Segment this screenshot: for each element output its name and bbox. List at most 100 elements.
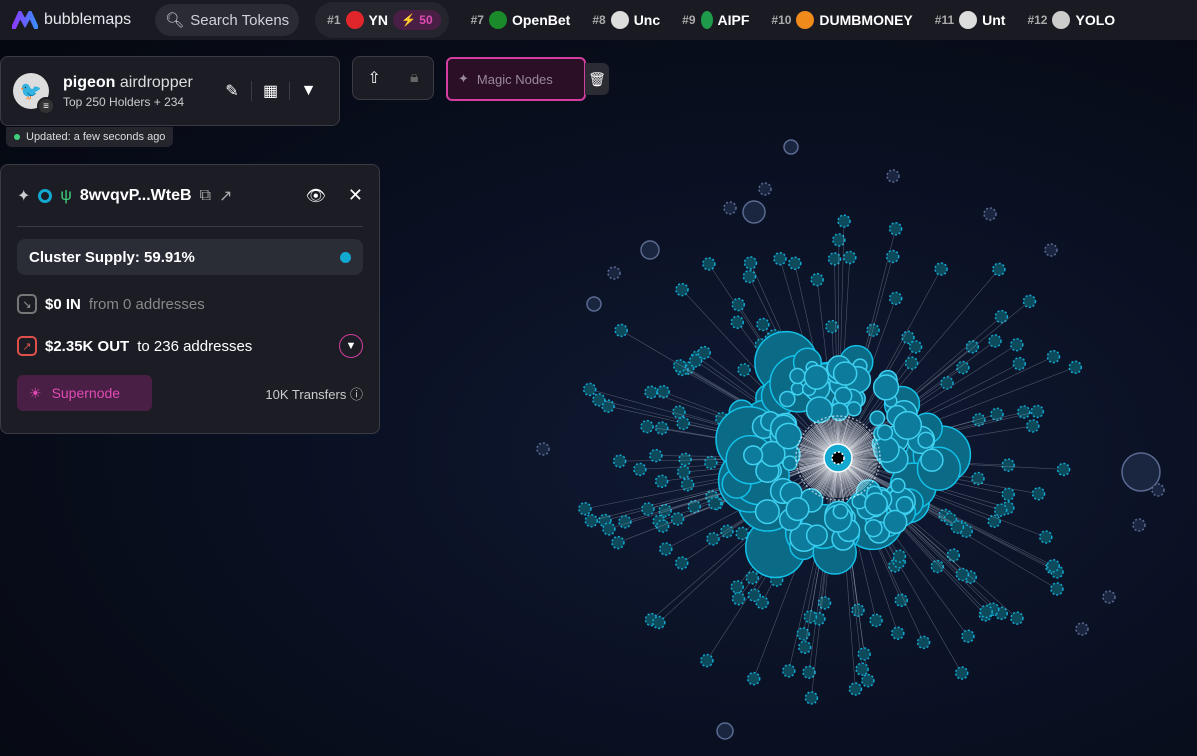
copy-icon[interactable]: ⧉ bbox=[200, 187, 211, 205]
wallet-bubble[interactable] bbox=[783, 139, 799, 155]
wallet-bubble[interactable] bbox=[704, 455, 718, 470]
wallet-bubble[interactable] bbox=[614, 323, 628, 338]
wallet-bubble[interactable] bbox=[832, 233, 846, 247]
wallet-bubble[interactable] bbox=[655, 519, 670, 533]
wallet-bubble[interactable] bbox=[796, 627, 810, 641]
wallet-bubble[interactable] bbox=[987, 514, 1001, 528]
wallet-bubble[interactable] bbox=[805, 396, 833, 424]
wallet-bubble[interactable] bbox=[730, 580, 744, 594]
wallet-bubble[interactable] bbox=[716, 722, 734, 740]
wallet-bubble[interactable] bbox=[785, 497, 810, 522]
wallet-bubble[interactable] bbox=[747, 588, 761, 602]
wallet-bubble[interactable] bbox=[743, 445, 764, 466]
close-icon[interactable]: ✕ bbox=[348, 185, 363, 206]
wallet-bubble[interactable] bbox=[737, 363, 751, 377]
wallet-bubble[interactable] bbox=[1151, 483, 1165, 497]
wallet-bubble[interactable] bbox=[848, 682, 863, 696]
wallet-bubble[interactable] bbox=[864, 519, 883, 538]
wallet-bubble[interactable] bbox=[670, 512, 685, 526]
wallet-bubble[interactable] bbox=[843, 250, 857, 265]
wallet-bubble[interactable] bbox=[678, 452, 692, 467]
wallet-bubble[interactable] bbox=[1046, 349, 1061, 364]
wallet-bubble[interactable] bbox=[888, 291, 903, 306]
wallet-bubble[interactable] bbox=[731, 591, 746, 606]
wallet-bubble[interactable] bbox=[876, 424, 894, 441]
trending-token[interactable]: #9 AIPF bbox=[682, 11, 749, 29]
wallet-bubble[interactable] bbox=[654, 474, 669, 489]
wallet-bubble[interactable] bbox=[904, 356, 919, 370]
wallet-bubble[interactable] bbox=[893, 410, 923, 440]
brand-logo[interactable]: bubblemaps bbox=[12, 11, 131, 29]
wallet-bubble[interactable] bbox=[1001, 458, 1015, 472]
wallet-bubble[interactable] bbox=[872, 374, 900, 401]
wallet-bubble[interactable] bbox=[607, 266, 621, 280]
wallet-bubble[interactable] bbox=[861, 673, 875, 688]
wallet-bubble[interactable] bbox=[652, 615, 666, 630]
wallet-bubble[interactable] bbox=[934, 262, 948, 276]
wallet-bubble[interactable] bbox=[782, 664, 796, 678]
trending-token[interactable]: #7 OpenBet bbox=[471, 11, 570, 29]
wallet-bubble[interactable] bbox=[754, 499, 780, 525]
wallet-bubble[interactable] bbox=[983, 207, 997, 221]
wallet-bubble[interactable] bbox=[723, 201, 737, 215]
wallet-bubble[interactable] bbox=[536, 442, 550, 456]
calendar-icon[interactable]: ▦ bbox=[251, 81, 289, 101]
wallet-bubble[interactable] bbox=[674, 556, 689, 570]
wallet-bubble[interactable] bbox=[773, 251, 787, 266]
wallet-bubble[interactable] bbox=[837, 214, 851, 228]
wallet-bubble[interactable] bbox=[742, 269, 757, 284]
share-icon[interactable]: ⇧ bbox=[368, 68, 381, 88]
wallet-bubble[interactable] bbox=[1068, 360, 1083, 375]
wallet-bubble[interactable] bbox=[890, 477, 906, 494]
wallet-bubble[interactable] bbox=[782, 455, 798, 471]
wallet-bubble[interactable] bbox=[954, 666, 969, 680]
wallet-bubble[interactable] bbox=[930, 559, 945, 574]
wallet-bubble[interactable] bbox=[1056, 462, 1071, 477]
wallet-bubble[interactable] bbox=[789, 367, 806, 385]
wallet-bubble[interactable] bbox=[675, 282, 689, 297]
wallet-bubble[interactable] bbox=[1132, 518, 1146, 532]
wallet-bubble[interactable] bbox=[788, 256, 802, 271]
wallet-bubble[interactable] bbox=[659, 542, 673, 556]
wallet-bubble[interactable] bbox=[946, 548, 961, 562]
wallet-bubble[interactable] bbox=[672, 405, 686, 419]
wallet-bubble[interactable] bbox=[855, 662, 869, 676]
wallet-bubble[interactable] bbox=[758, 182, 772, 196]
wallet-bubble[interactable] bbox=[869, 613, 883, 628]
wallet-bubble[interactable] bbox=[920, 448, 944, 472]
delete-button[interactable]: 🗑︎ bbox=[585, 63, 609, 95]
wallet-bubble[interactable] bbox=[961, 629, 975, 643]
wallet-bubble[interactable] bbox=[611, 535, 625, 550]
wallet-bubble[interactable] bbox=[832, 361, 858, 386]
wallet-bubble[interactable] bbox=[864, 492, 888, 517]
wallet-bubble[interactable] bbox=[832, 503, 849, 520]
wallet-bubble[interactable] bbox=[846, 401, 862, 417]
wallet-bubble[interactable] bbox=[992, 262, 1006, 277]
wallet-bubble[interactable] bbox=[1026, 419, 1040, 433]
wallet-bubble[interactable] bbox=[1044, 243, 1058, 257]
magic-nodes-button[interactable]: ✦ Magic Nodes bbox=[446, 57, 586, 101]
wallet-bubble[interactable] bbox=[658, 503, 672, 518]
wallet-bubble[interactable] bbox=[802, 665, 816, 679]
wallet-bubble[interactable] bbox=[672, 359, 687, 373]
wallet-bubble[interactable] bbox=[618, 515, 632, 529]
wallet-bubble[interactable] bbox=[1030, 404, 1045, 419]
filter-icon[interactable]: ▼ bbox=[289, 82, 327, 100]
wallet-bubble[interactable] bbox=[892, 549, 907, 563]
wallet-bubble[interactable] bbox=[1001, 487, 1015, 502]
wallet-bubble[interactable] bbox=[1017, 405, 1031, 419]
wallet-bubble[interactable] bbox=[917, 431, 935, 449]
wallet-bubble[interactable] bbox=[790, 381, 805, 396]
wallet-bubble[interactable] bbox=[797, 640, 812, 654]
wallet-bubble[interactable] bbox=[742, 200, 766, 224]
wallet-bubble[interactable] bbox=[706, 532, 720, 546]
wallet-bubble[interactable] bbox=[857, 647, 871, 661]
help-icon[interactable]: ⓘ bbox=[350, 387, 363, 402]
wallet-bubble[interactable] bbox=[731, 297, 746, 312]
lock-icon[interactable]: 🔒︎ bbox=[410, 69, 419, 87]
wallet-bubble[interactable] bbox=[676, 416, 690, 431]
wallet-bubble[interactable] bbox=[644, 385, 658, 400]
trending-token[interactable]: #10 DUMBMONEY bbox=[771, 11, 913, 29]
wallet-bubble[interactable] bbox=[886, 169, 900, 183]
wallet-bubble[interactable] bbox=[656, 385, 670, 399]
